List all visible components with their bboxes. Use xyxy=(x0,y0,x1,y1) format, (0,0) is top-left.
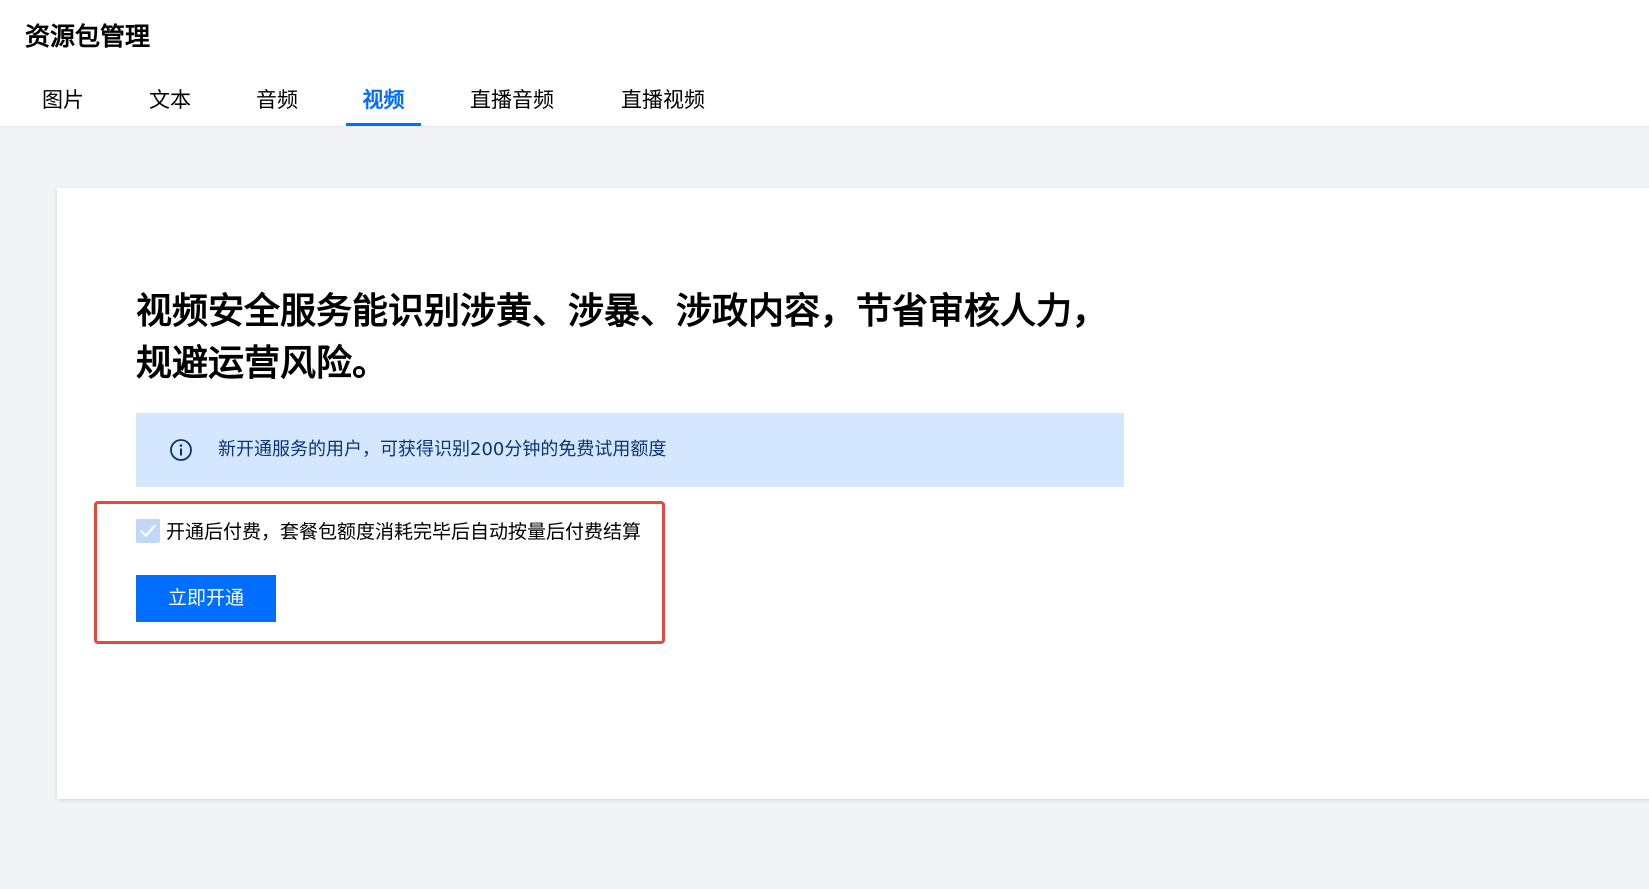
service-card: 视频安全服务能识别涉黄、涉暴、涉政内容，节省审核人力，规避运营风险。 新开通服务… xyxy=(57,188,1649,799)
tab-audio[interactable]: 音频 xyxy=(239,80,315,126)
postpay-checkbox-label: 开通后付费，套餐包额度消耗完毕后自动按量后付费结算 xyxy=(166,521,642,543)
tab-text[interactable]: 文本 xyxy=(132,80,208,126)
page-header: 资源包管理 图片 文本 音频 视频 直播音频 直播视频 xyxy=(0,0,1649,127)
service-headline: 视频安全服务能识别涉黄、涉暴、涉政内容，节省审核人力，规避运营风险。 xyxy=(136,291,1109,384)
activate-button[interactable]: 立即开通 xyxy=(136,575,276,622)
tab-live-video[interactable]: 直播视频 xyxy=(603,80,723,126)
postpay-checkbox[interactable] xyxy=(136,519,160,543)
tab-images[interactable]: 图片 xyxy=(25,80,101,126)
page-title: 资源包管理 xyxy=(25,22,151,51)
trial-notice: 新开通服务的用户，可获得识别200分钟的免费试用额度 xyxy=(136,413,1124,487)
tab-video[interactable]: 视频 xyxy=(346,80,421,126)
trial-notice-text: 新开通服务的用户，可获得识别200分钟的免费试用额度 xyxy=(218,439,667,460)
tab-live-audio[interactable]: 直播音频 xyxy=(452,80,572,126)
info-icon xyxy=(169,438,193,462)
